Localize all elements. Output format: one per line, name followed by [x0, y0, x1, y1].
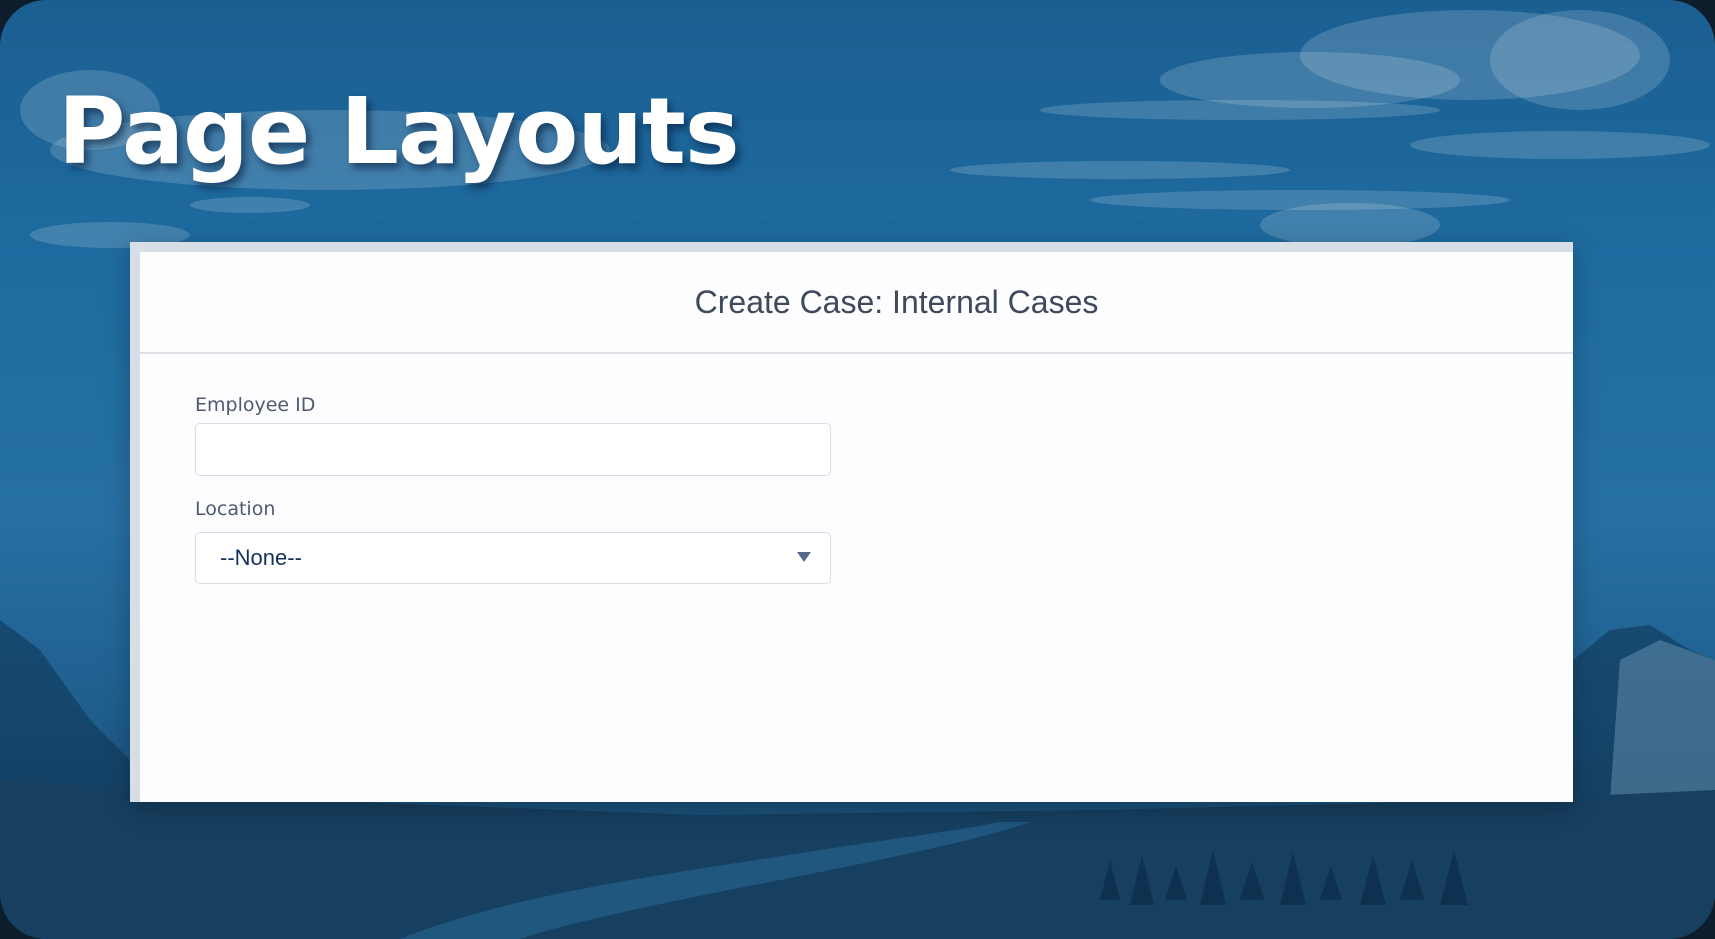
slide-stage: Page Layouts Create Case: Internal Cases…	[0, 0, 1715, 939]
location-selected-value: --None--	[220, 545, 302, 570]
location-select[interactable]: --None--	[195, 532, 831, 584]
employee-id-label: Employee ID	[195, 394, 316, 416]
modal-header: Create Case: Internal Cases	[140, 252, 1573, 354]
slide-title: Page Layouts	[58, 78, 740, 185]
location-label: Location	[195, 498, 276, 520]
chevron-down-icon	[797, 552, 811, 562]
create-case-modal: Create Case: Internal Cases Employee ID …	[140, 252, 1573, 802]
modal-title: Create Case: Internal Cases	[694, 283, 1099, 320]
employee-id-input[interactable]	[195, 423, 831, 476]
